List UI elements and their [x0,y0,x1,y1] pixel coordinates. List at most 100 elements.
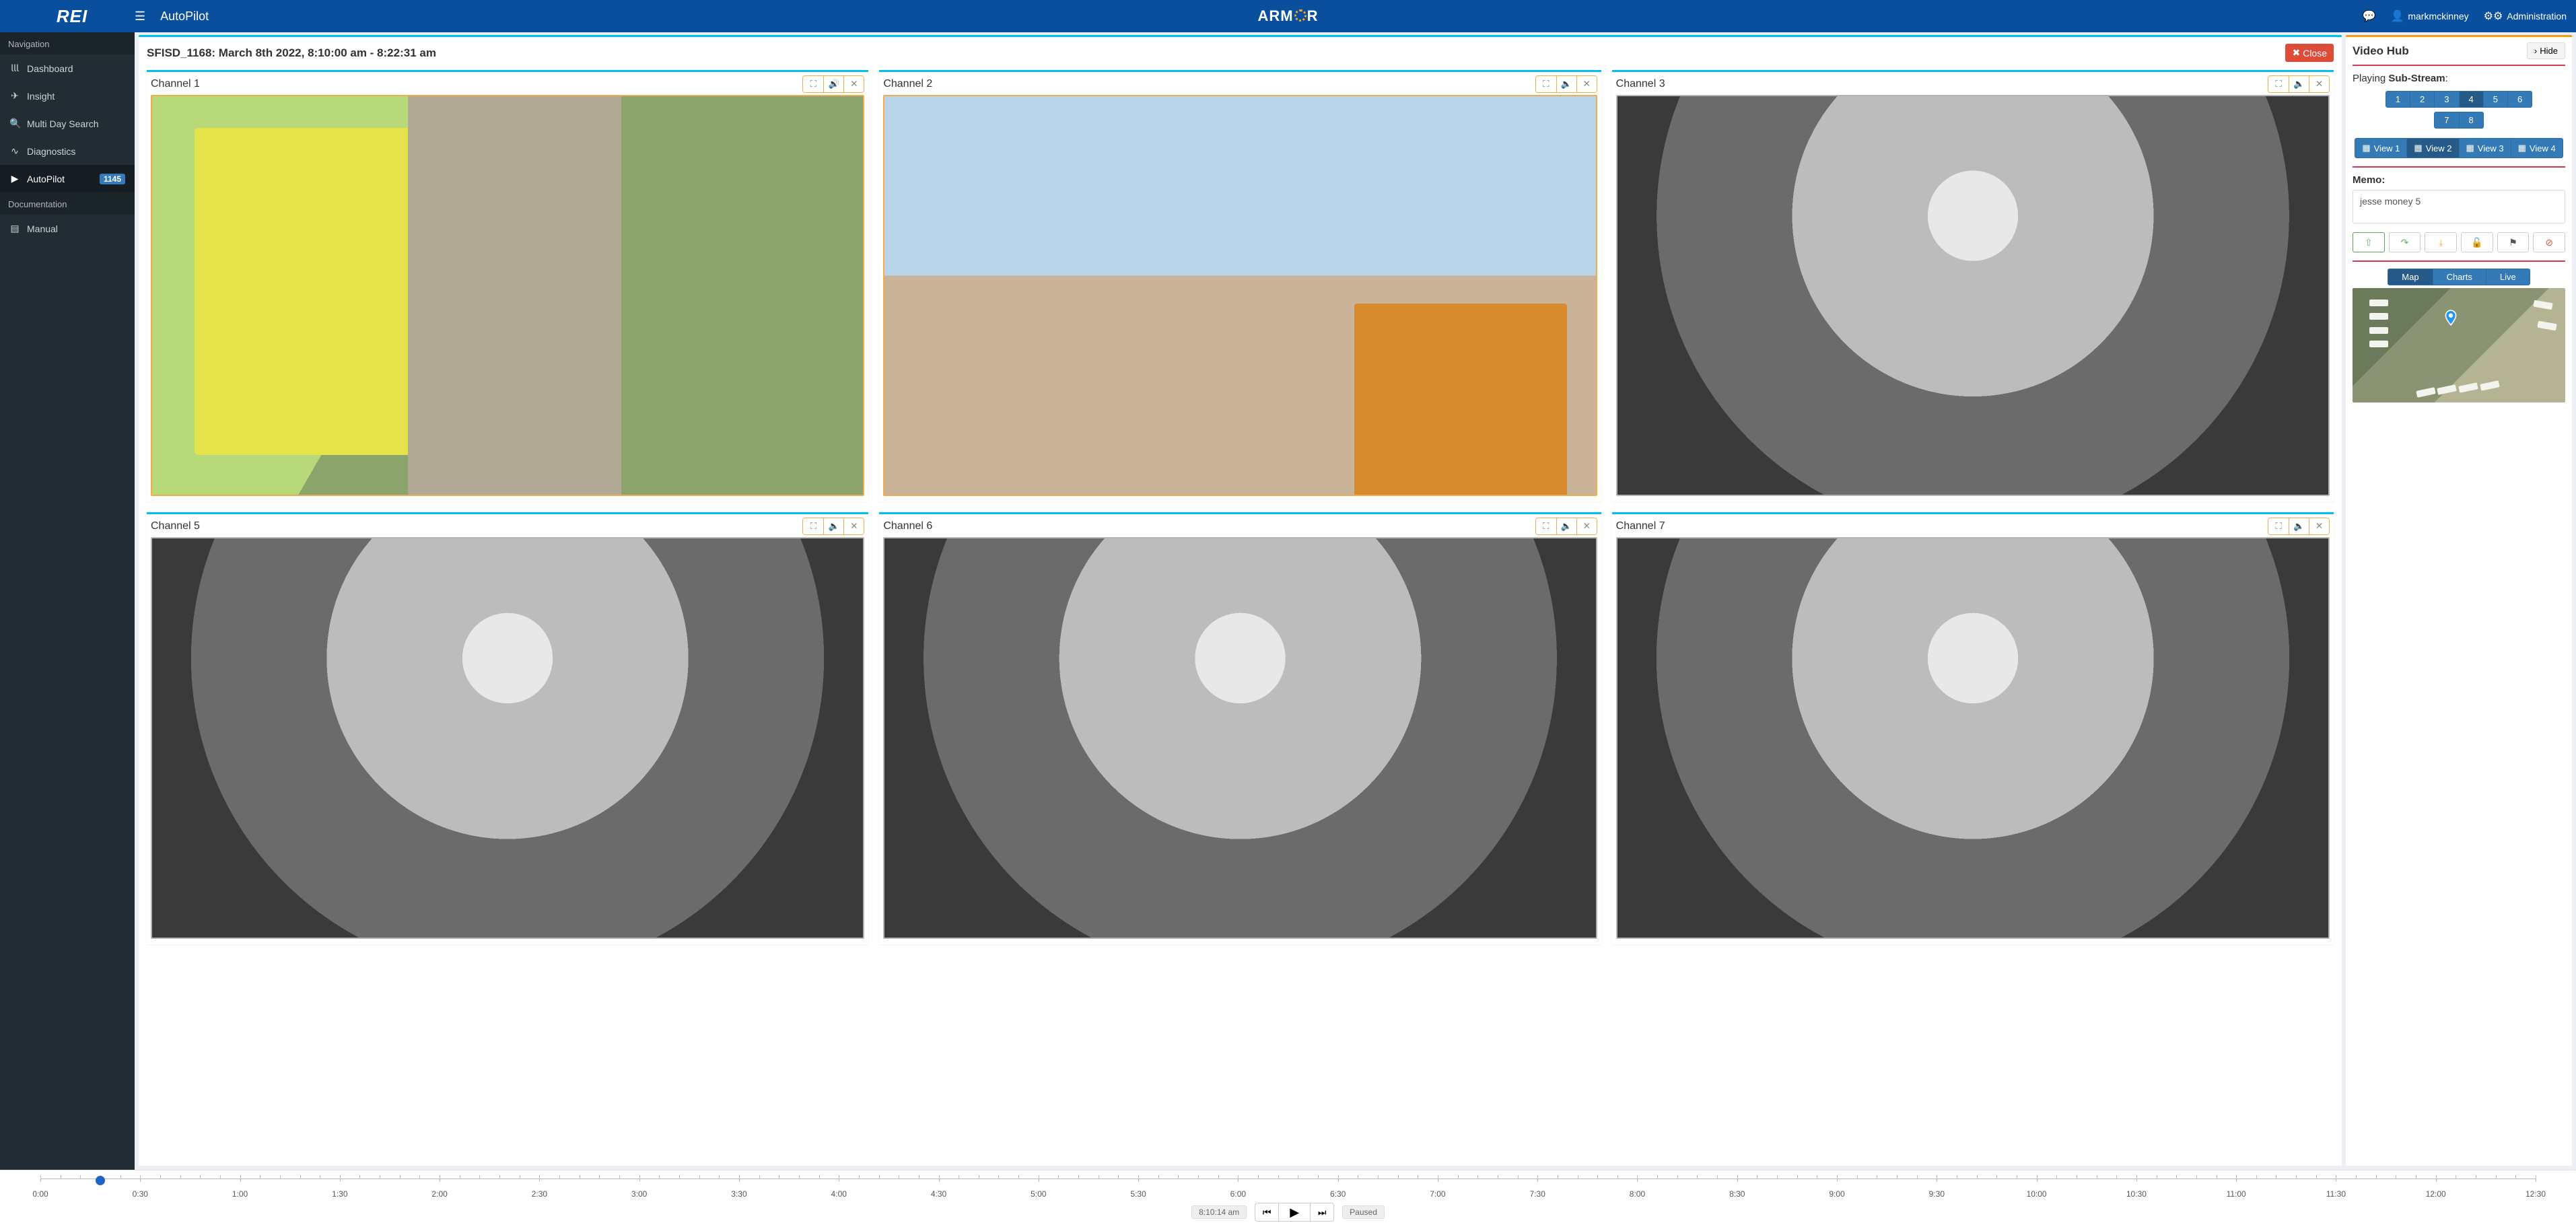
top-bar: REI ☰ AutoPilot ARMR 💬 👤markmckinney ⚙⚙A… [0,0,2576,32]
view-button-view-2[interactable]: ▦View 2 [2406,138,2459,158]
video-thumbnail[interactable] [883,537,1597,938]
timeline: 0:000:301:001:302:002:303:003:304:004:30… [0,1170,2576,1229]
play-button[interactable]: ▶ [1278,1203,1311,1222]
video-hub-panel: Video Hub › Hide Playing Sub-Stream: 123… [2346,35,2572,1166]
skip-forward-icon: ⏭ [1318,1207,1327,1218]
fullscreen-button[interactable]: ⛶ [1536,76,1556,92]
video-thumbnail[interactable] [1616,537,2330,938]
fullscreen-icon: ⛶ [2275,79,2281,90]
fullscreen-button[interactable]: ⛶ [1536,518,1556,534]
tick-label: 8:30 [1729,1189,1745,1199]
skip-back-icon: ⏮ [1263,1207,1272,1218]
sidebar-item-label: Diagnostics [27,146,75,157]
skip-forward-button[interactable]: ⏭ [1310,1203,1334,1222]
tick-label: 10:00 [2027,1189,2047,1199]
map-view[interactable] [2353,288,2565,402]
mute-button[interactable]: 🔈 [2289,76,2309,92]
close-channel-button[interactable]: ✕ [843,76,864,92]
sidebar-item-label: AutoPilot [27,174,65,184]
mute-button[interactable]: 🔊 [823,76,843,92]
sidebar-section-documentation: Documentation [0,192,135,215]
upload-button[interactable]: ⇧ [2353,232,2385,252]
close-channel-button[interactable]: ✕ [2309,518,2329,534]
tab-map[interactable]: Map [2388,269,2433,285]
close-channel-button[interactable]: ✕ [843,518,864,534]
stream-button-6[interactable]: 6 [2507,91,2532,108]
video-card: Channel 1⛶🔊✕ [147,70,868,501]
sidebar-item-label: Manual [27,223,58,234]
channel-title: Channel 2 [883,78,932,90]
sidebar-section-navigation: Navigation [0,32,135,55]
tick-label: 1:30 [332,1189,347,1199]
hide-button[interactable]: › Hide [2527,42,2565,59]
close-channel-button[interactable]: ✕ [2309,76,2329,92]
menu-toggle-icon[interactable]: ☰ [135,9,145,24]
flag-button[interactable]: ⚑ [2497,232,2530,252]
stream-button-4[interactable]: 4 [2459,91,2484,108]
video-thumbnail[interactable] [1616,95,2330,496]
view-button-view-4[interactable]: ▦View 4 [2511,138,2563,158]
video-thumbnail[interactable] [151,537,864,938]
mute-button[interactable]: 🔈 [1556,518,1576,534]
user-link[interactable]: 👤markmckinney [2390,9,2468,23]
tick-label: 8:00 [1630,1189,1645,1199]
close-icon: ✕ [1583,521,1591,532]
stream-button-7[interactable]: 7 [2434,112,2459,129]
stream-button-2[interactable]: 2 [2410,91,2435,108]
video-thumbnail[interactable] [883,95,1597,496]
block-button[interactable]: ⊘ [2533,232,2565,252]
download-button[interactable]: ⤓ [2425,232,2457,252]
current-time: 8:10:14 am [1191,1205,1247,1219]
sidebar-item-dashboard[interactable]: 𝗅𝗅𝗅Dashboard [0,55,135,82]
video-card: Channel 6 ⛶ 🔈 ✕ [879,512,1601,944]
memo-input[interactable] [2353,190,2565,223]
playhead[interactable] [96,1176,105,1185]
tab-live[interactable]: Live [2486,269,2530,285]
fullscreen-icon: ⛶ [1543,521,1549,532]
fullscreen-icon: ⛶ [810,79,816,90]
volume-icon: 🔈 [2293,79,2305,90]
play-icon: ▶ [9,173,20,184]
close-button[interactable]: ✖ Close [2285,44,2334,62]
fullscreen-button[interactable]: ⛶ [2268,76,2289,92]
mute-button[interactable]: 🔈 [2289,518,2309,534]
channel-title: Channel 6 [883,520,932,532]
sidebar-item-diagnostics[interactable]: ∿Diagnostics [0,137,135,165]
sidebar-item-multi-day-search[interactable]: 🔍Multi Day Search [0,110,135,137]
timeline-ruler[interactable] [40,1179,2536,1188]
view-button-view-1[interactable]: ▦View 1 [2355,138,2407,158]
sidebar-item-autopilot[interactable]: ▶AutoPilot1145 [0,165,135,192]
mute-button[interactable]: 🔈 [823,518,843,534]
fullscreen-button[interactable]: ⛶ [2268,518,2289,534]
flag-icon: ⚑ [2509,237,2517,248]
close-channel-button[interactable]: ✕ [1576,76,1597,92]
stream-button-5[interactable]: 5 [2483,91,2508,108]
unlock-button[interactable]: 🔓 [2461,232,2493,252]
share-button[interactable]: ↷ [2389,232,2421,252]
tick-label: 10:30 [2126,1189,2147,1199]
fullscreen-button[interactable]: ⛶ [803,76,823,92]
stream-button-3[interactable]: 3 [2434,91,2459,108]
sidebar-item-insight[interactable]: ✈Insight [0,82,135,110]
volume-icon: 🔈 [1561,79,1572,90]
tab-charts[interactable]: Charts [2433,269,2486,285]
mute-button[interactable]: 🔈 [1556,76,1576,92]
book-icon: ▤ [9,223,20,234]
administration-link[interactable]: ⚙⚙Administration [2484,9,2567,23]
fullscreen-button[interactable]: ⛶ [803,518,823,534]
tick-label: 3:00 [631,1189,647,1199]
armor-o-icon [1294,9,1307,22]
video-card: Channel 7⛶🔈✕ [1612,512,2334,944]
sidebar-item-manual[interactable]: ▤ Manual [0,215,135,242]
chat-icon[interactable]: 💬 [2363,9,2376,23]
stream-button-8[interactable]: 8 [2459,112,2484,129]
video-thumbnail[interactable] [151,95,864,496]
brand-logo: REI [9,6,135,27]
skip-back-button[interactable]: ⏮ [1255,1203,1279,1222]
stream-button-1[interactable]: 1 [2386,91,2410,108]
view-button-view-3[interactable]: ▦View 3 [2459,138,2511,158]
channel-title: Channel 3 [1616,78,1665,90]
close-channel-button[interactable]: ✕ [1576,518,1597,534]
close-icon: ✕ [2316,79,2323,90]
tick-label: 0:30 [133,1189,148,1199]
